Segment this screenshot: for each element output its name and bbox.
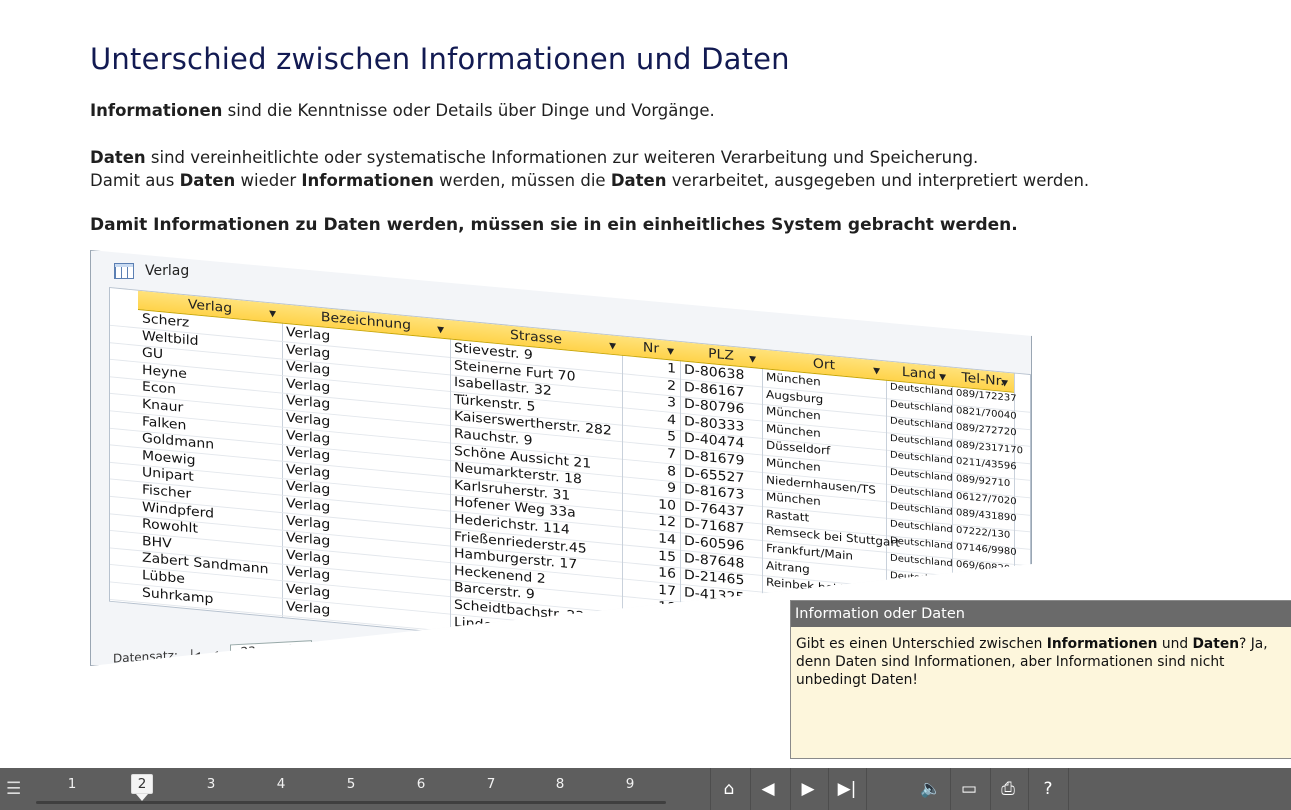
separator (790, 768, 791, 810)
separator (828, 768, 829, 810)
header-label: PLZ (708, 346, 734, 364)
dropdown-icon[interactable]: ▼ (749, 350, 756, 369)
navigation-bar: ☰ 1 2 3 4 5 6 7 8 9 ⌂ ◀ ▶ ▶| 🔈 ▭ ⎙ ? (0, 768, 1291, 810)
page-7[interactable]: 7 (481, 776, 501, 792)
bold-term: Informationen (90, 101, 223, 120)
page-title: Unterschied zwischen Informationen und D… (90, 42, 790, 76)
page-8[interactable]: 8 (550, 776, 570, 792)
next-record-icon: ▸ (323, 640, 330, 655)
page-4[interactable]: 4 (271, 776, 291, 792)
cell-nr: 19 (658, 616, 676, 634)
cell-verlag: GU (142, 345, 164, 363)
popup-body: Gibt es einen Unterschied zwischen Infor… (791, 627, 1291, 697)
record-position: 23 von 66 (229, 640, 312, 661)
cell-nr: 20 (658, 633, 676, 651)
cell-plz: D-51469 (684, 619, 745, 640)
separator (950, 768, 951, 810)
window-title: Verlag (145, 263, 190, 279)
cell-plz: D-80333 (684, 602, 745, 623)
page-1[interactable]: 1 (62, 776, 82, 792)
add-note-icon[interactable]: ▭ (956, 777, 982, 801)
page-9[interactable]: 9 (620, 776, 640, 792)
page-5[interactable]: 5 (341, 776, 361, 792)
page-6[interactable]: 6 (411, 776, 431, 792)
cell-tel: 08343/1404 (956, 576, 1017, 593)
paragraph-informationen: Informationen sind die Kenntnisse oder D… (90, 99, 715, 122)
paragraph-text: Damit aus (90, 171, 180, 190)
table-icon (114, 263, 134, 279)
header-label: Tel-Nr. (961, 370, 1005, 390)
last-icon[interactable]: ▶| (834, 777, 860, 801)
dropdown-icon[interactable]: ▼ (873, 362, 880, 381)
separator (750, 768, 751, 810)
header-label: Land (901, 364, 937, 383)
prev-record-icon: ◂ (211, 646, 218, 661)
paragraph-text: werden, müssen die (433, 171, 611, 190)
separator (1028, 768, 1029, 810)
summary-statement: Damit Informationen zu Daten werden, müs… (90, 215, 1018, 235)
separator (710, 768, 711, 810)
popup-title: Information oder Daten (791, 601, 1291, 627)
popup-text: und (1157, 636, 1193, 652)
cell-plz: D-60325 (684, 636, 745, 657)
record-label: Datensatz: (113, 648, 178, 666)
dropdown-icon[interactable]: ▼ (939, 368, 946, 387)
popup-bold: Informationen (1046, 636, 1158, 652)
bold-term: Informationen (301, 171, 434, 190)
previous-icon[interactable]: ◀ (755, 777, 781, 801)
record-navigator: Datensatz: |◂ ◂ 23 von 66 ▸ ▸| Kein Filt… (113, 629, 517, 666)
paragraph-text: sind die Kenntnisse oder Details über Di… (222, 101, 715, 120)
header-label: Ort (812, 356, 836, 374)
progress-track[interactable] (36, 801, 666, 804)
last-record-icon: ▸| (341, 639, 352, 654)
bold-term: Daten (179, 171, 236, 190)
help-icon[interactable]: ? (1035, 777, 1061, 801)
dropdown-icon[interactable]: ▼ (1001, 374, 1008, 393)
paragraph-daten: Daten sind vereinheitlichte oder systema… (90, 146, 1089, 192)
page-2[interactable]: 2 (131, 774, 153, 801)
paragraph-text: verarbeitet, ausgegeben und interpretier… (666, 171, 1090, 190)
cell-verlag: Econ (142, 379, 176, 398)
dropdown-icon[interactable]: ▼ (437, 321, 444, 340)
popup-text: Gibt es einen Unterschied zwischen (796, 636, 1047, 652)
header-label: Nr (642, 340, 660, 357)
header-label: Strasse (510, 327, 562, 348)
paragraph-text: sind vereinheitlichte oder systematische… (145, 148, 979, 167)
page-3[interactable]: 3 (201, 776, 221, 792)
print-icon[interactable]: ⎙ (995, 777, 1021, 801)
volume-icon[interactable]: 🔈 (918, 777, 944, 801)
header-label: Verlag (187, 297, 233, 317)
popup-bold: Daten (1192, 636, 1240, 652)
separator (866, 768, 867, 810)
paragraph-text: wieder (235, 171, 302, 190)
next-icon[interactable]: ▶ (795, 777, 821, 801)
first-record-icon: |◂ (189, 647, 200, 662)
search-box: Suchen (434, 629, 509, 650)
separator (990, 768, 991, 810)
bold-term: Daten (610, 171, 667, 190)
dropdown-icon[interactable]: ▼ (269, 305, 276, 324)
menu-icon[interactable]: ☰ (6, 780, 24, 798)
info-popup: Information oder Daten Gibt es einen Unt… (790, 600, 1291, 759)
bold-term: Daten (90, 148, 146, 167)
cell-verlag: BHV (142, 533, 172, 552)
dropdown-icon[interactable]: ▼ (667, 343, 674, 362)
separator (1068, 768, 1069, 810)
filter-status: Kein Filter (363, 635, 423, 653)
home-icon[interactable]: ⌂ (716, 777, 742, 801)
dropdown-icon[interactable]: ▼ (609, 337, 616, 356)
